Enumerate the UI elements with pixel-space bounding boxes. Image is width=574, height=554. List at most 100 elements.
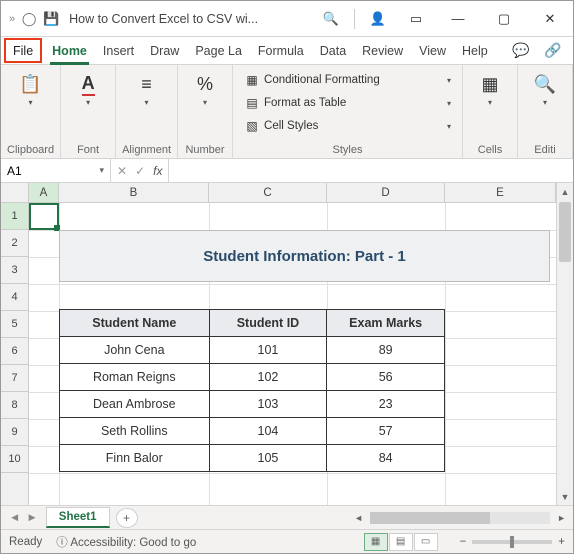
row-header-2[interactable]: 2 [1, 230, 28, 257]
zoom-slider[interactable] [472, 540, 552, 544]
account-icon[interactable]: 👤 [359, 1, 397, 37]
row-header-3[interactable]: 3 [1, 257, 28, 284]
cancel-icon[interactable]: ✕ [117, 164, 127, 178]
zoom-out-icon[interactable]: − [460, 536, 467, 548]
col-header-D[interactable]: D [327, 183, 445, 202]
row-header-4[interactable]: 4 [1, 284, 28, 311]
cells-canvas[interactable]: Student Information: Part - 1 Student Na… [29, 203, 556, 505]
row-header-8[interactable]: 8 [1, 392, 28, 419]
formula-input[interactable] [169, 159, 573, 182]
group-label-editing: Editi [534, 142, 555, 156]
font-icon: A [76, 72, 100, 96]
cell-id[interactable]: 104 [209, 418, 327, 445]
cell-name[interactable]: Roman Reigns [60, 364, 210, 391]
fx-icon[interactable]: fx [153, 164, 162, 178]
horizontal-scrollbar[interactable]: ◄ ► [351, 512, 573, 524]
enter-icon[interactable]: ✓ [135, 164, 145, 178]
hscroll-right-icon[interactable]: ► [554, 513, 569, 523]
paste-button[interactable]: 📋 ▾ [10, 69, 52, 110]
cell-name[interactable]: John Cena [60, 337, 210, 364]
tab-home[interactable]: Home [44, 37, 95, 64]
th-id: Student ID [209, 310, 327, 337]
name-box-dropdown-icon[interactable]: ▾ [99, 165, 104, 176]
view-normal-button[interactable]: ▦ [364, 533, 388, 551]
scroll-down-icon[interactable]: ▼ [557, 488, 573, 505]
column-headers: A B C D E [1, 183, 556, 203]
search-icon[interactable]: 🔍 [312, 1, 350, 37]
col-header-B[interactable]: B [59, 183, 209, 202]
comments-icon[interactable]: 💬 [505, 37, 537, 65]
save-icon[interactable]: 💾 [43, 11, 59, 27]
row-header-6[interactable]: 6 [1, 338, 28, 365]
sheet-title: Student Information: Part - 1 [59, 230, 550, 282]
status-accessibility[interactable]: ⓘ Accessibility: Good to go [56, 534, 196, 550]
view-page-layout-button[interactable]: ▤ [389, 533, 413, 551]
sheet-nav-next-icon[interactable]: ► [26, 512, 37, 524]
view-page-break-button[interactable]: ▭ [414, 533, 438, 551]
maximize-button[interactable]: ▢ [481, 1, 527, 37]
row-header-1[interactable]: 1 [1, 203, 28, 230]
scroll-thumb[interactable] [559, 202, 571, 262]
cell-name[interactable]: Seth Rollins [60, 418, 210, 445]
row-header-10[interactable]: 10 [1, 446, 28, 473]
cell-id[interactable]: 102 [209, 364, 327, 391]
cell-name[interactable]: Dean Ambrose [60, 391, 210, 418]
group-cells: ▦ ▾ Cells [463, 65, 518, 158]
tab-page-layout[interactable]: Page La [187, 37, 250, 64]
font-button[interactable]: A ▾ [67, 69, 109, 110]
tab-review[interactable]: Review [354, 37, 411, 64]
tab-view[interactable]: View [411, 37, 454, 64]
ribbon-options-icon[interactable]: ▭ [397, 1, 435, 37]
zoom-in-icon[interactable]: + [558, 536, 565, 548]
hscroll-thumb[interactable] [370, 512, 490, 524]
cond-format-icon: ▦ [244, 72, 260, 88]
row-header-7[interactable]: 7 [1, 365, 28, 392]
cells-button[interactable]: ▦ ▾ [469, 69, 511, 110]
cell-marks[interactable]: 56 [327, 364, 445, 391]
share-icon[interactable]: 🔗 [537, 37, 569, 65]
name-box[interactable]: A1 ▾ [1, 159, 111, 182]
cell-marks[interactable]: 89 [327, 337, 445, 364]
col-header-E[interactable]: E [445, 183, 556, 202]
col-header-A[interactable]: A [29, 183, 59, 202]
number-button[interactable]: % ▾ [184, 69, 226, 110]
minimize-button[interactable]: — [435, 1, 481, 37]
clipboard-icon: 📋 [19, 72, 43, 96]
row-header-9[interactable]: 9 [1, 419, 28, 446]
cell-styles-button[interactable]: ▧Cell Styles▾ [239, 115, 456, 137]
tab-formulas[interactable]: Formula [250, 37, 312, 64]
tab-data[interactable]: Data [312, 37, 354, 64]
format-as-table-button[interactable]: ▤Format as Table▾ [239, 92, 456, 114]
close-button[interactable]: ✕ [527, 1, 573, 37]
row-header-5[interactable]: 5 [1, 311, 28, 338]
hscroll-left-icon[interactable]: ◄ [351, 513, 366, 523]
tab-help[interactable]: Help [454, 37, 496, 64]
cell-marks[interactable]: 23 [327, 391, 445, 418]
col-header-C[interactable]: C [209, 183, 327, 202]
cell-id[interactable]: 101 [209, 337, 327, 364]
vertical-scrollbar[interactable]: ▲ ▼ [556, 183, 573, 505]
cell-name[interactable]: Finn Balor [60, 445, 210, 472]
alignment-button[interactable]: ≡ ▾ [126, 69, 168, 110]
editing-button[interactable]: 🔍 ▾ [524, 69, 566, 110]
tab-file[interactable]: File [4, 38, 42, 63]
conditional-formatting-button[interactable]: ▦Conditional Formatting▾ [239, 69, 456, 91]
sheet-tab-active[interactable]: Sheet1 [46, 507, 110, 528]
row-headers: 1 2 3 4 5 6 7 8 9 10 [1, 203, 29, 505]
new-sheet-button[interactable]: + [116, 508, 138, 528]
window-title: How to Convert Excel to CSV wi... [59, 12, 312, 26]
cond-format-label: Conditional Formatting [264, 74, 380, 86]
format-table-label: Format as Table [264, 97, 346, 109]
qat-overflow-icon[interactable]: » [9, 13, 15, 25]
sheet-nav-prev-icon[interactable]: ◄ [9, 512, 20, 524]
autosave-icon[interactable]: ◯ [21, 11, 37, 27]
tab-insert[interactable]: Insert [95, 37, 142, 64]
cell-marks[interactable]: 57 [327, 418, 445, 445]
tab-draw[interactable]: Draw [142, 37, 187, 64]
scroll-up-icon[interactable]: ▲ [557, 183, 573, 200]
cell-id[interactable]: 105 [209, 445, 327, 472]
select-all-corner[interactable] [1, 183, 29, 202]
cell-marks[interactable]: 84 [327, 445, 445, 472]
cell-id[interactable]: 103 [209, 391, 327, 418]
zoom-control[interactable]: − + [460, 536, 565, 548]
